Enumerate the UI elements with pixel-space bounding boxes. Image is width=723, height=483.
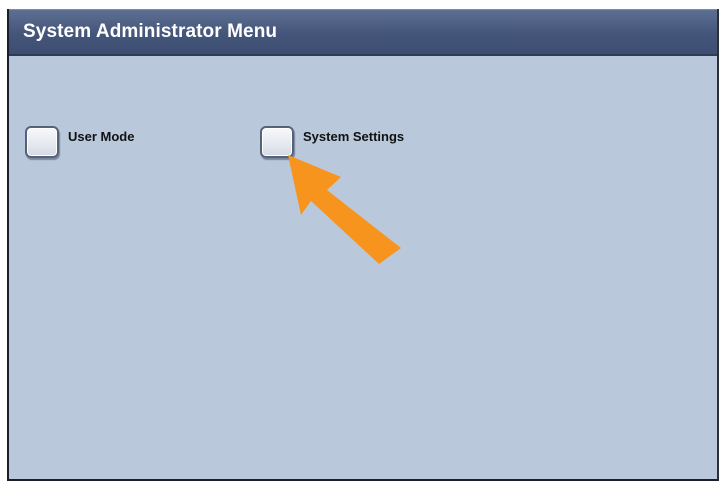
title-bar: System Administrator Menu	[9, 9, 717, 56]
user-mode-option[interactable]: User Mode	[25, 126, 134, 158]
system-settings-checkbox[interactable]	[260, 126, 294, 158]
page-title: System Administrator Menu	[23, 21, 278, 42]
user-mode-label: User Mode	[68, 129, 135, 144]
system-settings-option[interactable]: System Settings	[260, 126, 404, 158]
user-mode-checkbox[interactable]	[25, 126, 59, 158]
system-admin-screen: System Administrator Menu User Mode Syst…	[7, 9, 719, 481]
system-settings-label: System Settings	[303, 129, 405, 144]
